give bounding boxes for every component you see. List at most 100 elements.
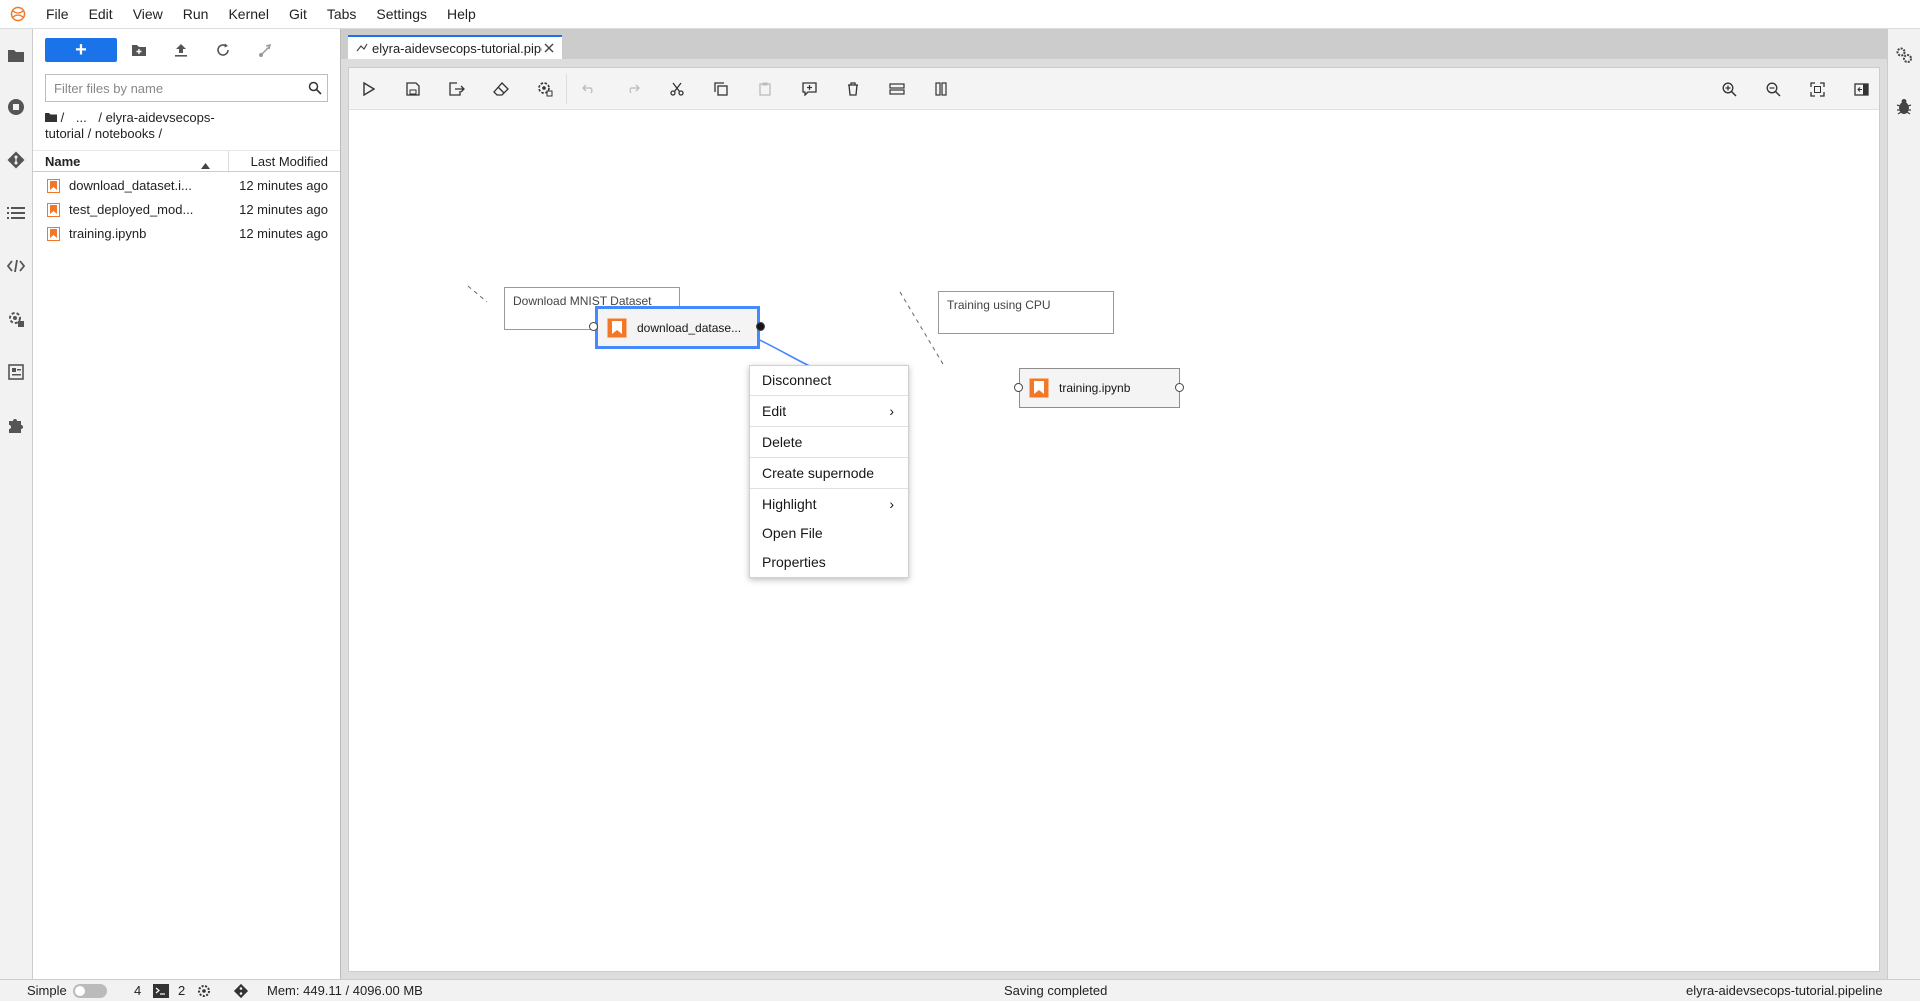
new-folder-icon[interactable] — [129, 40, 149, 60]
file-modified: 12 minutes ago — [239, 226, 328, 241]
menu-item-disconnect[interactable]: Disconnect — [750, 366, 908, 394]
debugger-bug-icon[interactable] — [1892, 95, 1916, 119]
node-output-port[interactable] — [756, 322, 765, 331]
menu-settings[interactable]: Settings — [366, 0, 437, 29]
menu-item-label: Delete — [762, 434, 803, 450]
breadcrumb-home-folder-icon[interactable] — [45, 110, 57, 125]
run-pipeline-icon[interactable] — [359, 79, 379, 99]
runtimes-settings-icon[interactable] — [535, 79, 555, 99]
refresh-icon[interactable] — [213, 40, 233, 60]
zoom-out-icon[interactable] — [1763, 79, 1783, 99]
toggle-properties-panel-icon[interactable] — [1851, 79, 1871, 99]
column-header-last-modified[interactable]: Last Modified — [251, 154, 328, 169]
menu-run[interactable]: Run — [173, 0, 219, 29]
git-clone-icon[interactable] — [255, 40, 275, 60]
kernel-gear-icon[interactable] — [197, 984, 211, 1001]
simple-mode-toggle[interactable] — [73, 984, 107, 998]
menu-separator — [750, 457, 908, 458]
git-status-icon[interactable] — [233, 983, 249, 1002]
export-pipeline-icon[interactable] — [447, 79, 467, 99]
menu-item-highlight[interactable]: Highlight › — [750, 490, 908, 518]
node-output-port[interactable] — [1175, 383, 1184, 392]
code-snippets-icon[interactable] — [4, 254, 28, 278]
breadcrumb-ellipsis[interactable]: ... — [76, 110, 87, 125]
file-row[interactable]: download_dataset.i... 12 minutes ago — [33, 174, 340, 198]
filter-files-input[interactable] — [46, 75, 296, 101]
add-comment-icon[interactable] — [799, 79, 819, 99]
file-row[interactable]: training.ipynb 12 minutes ago — [33, 222, 340, 246]
file-filter-box — [45, 74, 328, 102]
zoom-to-fit-icon[interactable] — [1807, 79, 1827, 99]
pipeline-node[interactable]: training.ipynb — [1014, 368, 1184, 408]
menu-item-create-supernode[interactable]: Create supernode — [750, 459, 908, 487]
cut-icon[interactable] — [667, 79, 687, 99]
menu-edit[interactable]: Edit — [79, 0, 123, 29]
search-icon — [308, 81, 322, 95]
zoom-in-icon[interactable] — [1719, 79, 1739, 99]
menu-kernel[interactable]: Kernel — [218, 0, 278, 29]
folder-icon[interactable] — [4, 43, 28, 67]
chevron-right-icon: › — [889, 403, 894, 419]
menu-item-open-file[interactable]: Open File — [750, 519, 908, 547]
breadcrumb: / ... / elyra-aidevsecops- tutorial / no… — [45, 110, 265, 142]
notebook-file-icon — [47, 227, 60, 241]
column-header-name[interactable]: Name — [45, 154, 80, 169]
menu-item-label: Open File — [762, 525, 823, 541]
menu-help[interactable]: Help — [437, 0, 486, 29]
notebook-node-icon — [1028, 377, 1050, 399]
menu-file[interactable]: File — [36, 0, 79, 29]
notebook-file-icon — [47, 203, 60, 217]
new-launcher-button[interactable]: + — [45, 38, 117, 62]
terminal-icon[interactable] — [153, 984, 169, 998]
menu-view[interactable]: View — [123, 0, 173, 29]
running-sessions-icon[interactable] — [4, 95, 28, 119]
comment-link — [899, 291, 944, 365]
tab-pipeline[interactable]: elyra-aidevsecops-tutorial.pipeline — [348, 35, 562, 59]
menu-item-delete[interactable]: Delete — [750, 428, 908, 456]
arrange-horizontally-icon[interactable] — [887, 79, 907, 99]
clear-pipeline-eraser-icon[interactable] — [491, 79, 511, 99]
tab-label: elyra-aidevsecops-tutorial.pipeline — [372, 40, 542, 56]
copy-icon[interactable] — [711, 79, 731, 99]
component-catalogs-icon[interactable] — [4, 360, 28, 384]
breadcrumb-notebooks[interactable]: tutorial / notebooks / — [45, 126, 265, 142]
simple-mode-label: Simple — [27, 983, 67, 998]
comment-box[interactable]: Training using CPU — [938, 291, 1114, 334]
breadcrumb-root[interactable]: / — [61, 110, 65, 125]
arrange-vertically-icon[interactable] — [931, 79, 951, 99]
file-name: test_deployed_mod... — [69, 202, 194, 217]
sort-ascending-icon[interactable] — [201, 157, 210, 172]
node-input-port[interactable] — [589, 322, 598, 331]
menu-item-properties[interactable]: Properties — [750, 548, 908, 576]
notebook-node-icon — [606, 317, 628, 339]
save-pipeline-icon[interactable] — [403, 79, 423, 99]
menu-item-label: Create supernode — [762, 465, 875, 481]
pipeline-node[interactable]: download_datase... — [589, 306, 765, 349]
node-label: download_datase... — [637, 320, 742, 335]
menu-item-label: Edit — [762, 403, 787, 419]
right-activity-bar — [1887, 29, 1920, 979]
redo-icon[interactable] — [623, 79, 643, 99]
property-inspector-gears-icon[interactable] — [1892, 43, 1916, 67]
upload-icon[interactable] — [171, 40, 191, 60]
breadcrumb-project[interactable]: / elyra-aidevsecops- — [98, 110, 214, 125]
runtimes-icon[interactable] — [4, 307, 28, 331]
paste-icon[interactable] — [755, 79, 775, 99]
context-menu: Disconnect Edit › Delete Create supernode… — [749, 365, 909, 578]
close-tab-icon[interactable] — [544, 41, 554, 56]
pipeline-canvas[interactable]: Download MNIST Dataset Training using CP… — [349, 110, 1879, 971]
menu-git[interactable]: Git — [279, 0, 317, 29]
kernels-count[interactable]: 4 — [134, 983, 141, 998]
undo-icon[interactable] — [579, 79, 599, 99]
git-icon[interactable] — [4, 148, 28, 172]
file-row[interactable]: test_deployed_mod... 12 minutes ago — [33, 198, 340, 222]
menu-tabs[interactable]: Tabs — [317, 0, 367, 29]
notebook-file-icon — [47, 179, 60, 193]
menu-item-edit[interactable]: Edit › — [750, 397, 908, 425]
node-input-port[interactable] — [1014, 383, 1023, 392]
delete-icon[interactable] — [843, 79, 863, 99]
extensions-puzzle-icon[interactable] — [4, 413, 28, 437]
table-of-contents-icon[interactable] — [4, 201, 28, 225]
main-area: elyra-aidevsecops-tutorial.pipeline — [341, 29, 1887, 979]
terminals-count[interactable]: 2 — [178, 983, 185, 998]
